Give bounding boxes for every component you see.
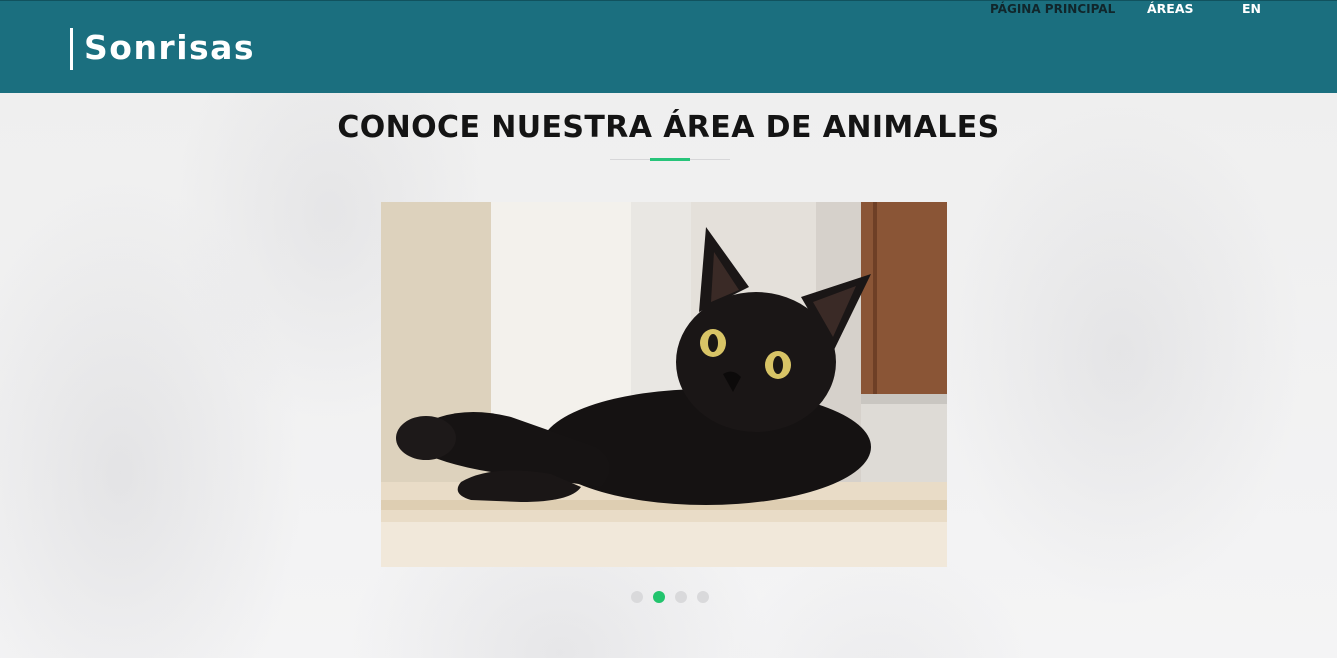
carousel-dot-3[interactable] (675, 591, 687, 603)
black-cat-photo (381, 202, 947, 567)
carousel-dot-4[interactable] (697, 591, 709, 603)
title-accent-bar (650, 158, 690, 161)
nav-link-areas[interactable]: ÁREAS (1147, 1, 1194, 17)
language-switch[interactable]: EN (1242, 1, 1261, 17)
carousel-dot-1[interactable] (631, 591, 643, 603)
carousel-dot-2[interactable] (653, 591, 665, 603)
page-title: CONOCE NUESTRA ÁREA DE ANIMALES (337, 110, 1000, 145)
brand-logo[interactable]: Sonrisas (70, 28, 255, 70)
nav-link-home[interactable]: PÁGINA PRINCIPAL (990, 1, 1115, 17)
navbar: Sonrisas PÁGINA PRINCIPAL ÁREAS EN (0, 0, 1337, 93)
image-carousel[interactable] (381, 202, 947, 567)
